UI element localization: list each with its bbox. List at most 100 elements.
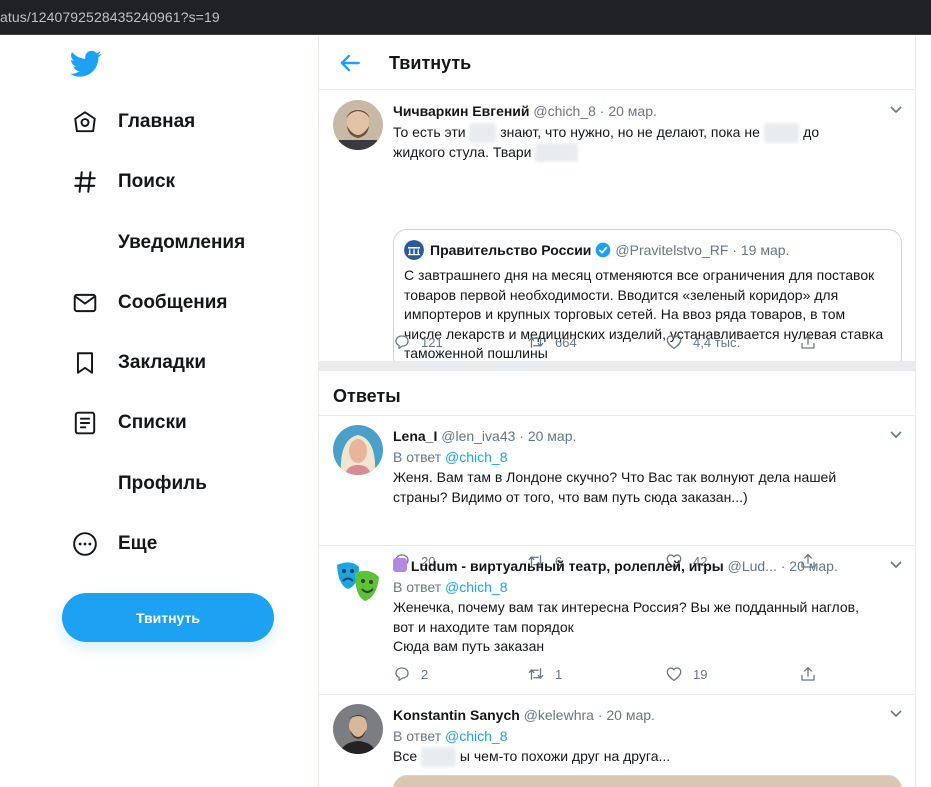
chevron-down-icon[interactable] — [889, 709, 903, 719]
author-handle[interactable]: @chich_8 — [533, 103, 595, 119]
reply-button[interactable]: 121 — [393, 333, 443, 351]
redacted-text: ......... — [421, 747, 457, 767]
avatar[interactable] — [333, 555, 383, 605]
tweet-button[interactable]: Твитнуть — [62, 593, 274, 642]
tweet-header: Lena_I @len_iva43 · 20 мар. — [393, 428, 576, 444]
reply-context: В ответ @chich_8 — [393, 728, 508, 744]
envelope-icon — [70, 288, 100, 318]
tweet-date[interactable]: · 20 мар. — [598, 707, 655, 723]
url-text[interactable]: atus/1240792528435240961?s=19 — [0, 9, 220, 25]
sidebar-item-lists[interactable]: Списки — [70, 401, 290, 445]
main-column: Твитнуть Чичваркин Евгений @chich_8 · 20… — [318, 36, 916, 787]
retweet-button[interactable]: 664 — [527, 333, 577, 351]
avatar[interactable] — [333, 100, 383, 150]
tweet-text-part: ы чем-то похожи друг на друга... — [459, 748, 671, 764]
author-handle[interactable]: @len_iva43 — [441, 428, 515, 444]
replies-heading: Ответы — [333, 386, 401, 406]
author-name[interactable]: Ludum - виртуальный театр, ролеплей, игр… — [411, 558, 724, 574]
reply-prefix: В ответ — [393, 449, 442, 465]
like-count: 4,4 тыс. — [693, 334, 741, 350]
sidebar-item-messages[interactable]: Сообщения — [70, 281, 290, 325]
reply-icon — [395, 667, 409, 682]
reply-tweet[interactable]: Konstantin Sanych @kelewhra · 20 мар. В … — [319, 695, 915, 787]
redacted-text: ........... — [535, 142, 579, 162]
author-name[interactable]: Konstantin Sanych — [393, 707, 520, 723]
quoted-tweet-header: Правительство России @Pravitelstvo_RF · … — [404, 240, 789, 260]
sidebar-item-profile[interactable]: Профиль — [70, 462, 290, 506]
page-header: Твитнуть — [319, 36, 915, 90]
bookmark-icon — [70, 348, 100, 378]
reply-to-link[interactable]: @chich_8 — [445, 449, 507, 465]
verified-badge-icon — [596, 242, 611, 258]
author-name[interactable]: Lena_I — [393, 428, 437, 444]
author-handle[interactable]: @kelewhra — [524, 707, 594, 723]
sidebar-item-home[interactable]: Главная — [70, 100, 290, 144]
tweet-text-part: То есть эти — [393, 124, 466, 140]
tweet-text-part: жидкого стула. Твари — [393, 143, 532, 160]
like-button[interactable]: 19 — [665, 665, 707, 683]
quoted-author-name[interactable]: Правительство России — [430, 242, 591, 258]
tweet-date[interactable]: · 20 мар. — [519, 428, 576, 444]
tweet-date[interactable]: · 20 мар. — [781, 558, 838, 574]
tweet-text-line: Сюда вам путь заказан — [393, 638, 545, 654]
tweet-text-part: знают, что нужно, но не делают, пока не — [500, 124, 760, 140]
reply-icon — [395, 335, 409, 350]
redacted-text: дод... — [763, 123, 800, 143]
sidebar-item-notifications[interactable]: Уведомления — [70, 221, 290, 265]
government-emblem-icon[interactable] — [404, 240, 424, 260]
tweet-date[interactable]: · 20 мар. — [600, 103, 657, 119]
retweet-icon — [528, 668, 544, 680]
share-button[interactable] — [799, 665, 827, 683]
reply-to-link[interactable]: @chich_8 — [445, 728, 507, 744]
masks-emoji-icon — [393, 558, 407, 572]
chevron-down-icon[interactable] — [889, 105, 903, 115]
share-icon — [801, 334, 815, 349]
retweet-button[interactable]: 1 — [527, 665, 562, 683]
reply-prefix: В ответ — [393, 579, 442, 595]
quoted-tweet-date[interactable]: · 19 мар. — [732, 242, 789, 258]
tweet-text-line: Женечка, почему вам так интересна Россия… — [393, 599, 859, 615]
reply-count: 121 — [421, 334, 443, 350]
avatar[interactable] — [333, 704, 383, 754]
reply-tweet[interactable]: Lena_I @len_iva43 · 20 мар. В ответ @chi… — [319, 416, 915, 545]
back-arrow-icon[interactable] — [337, 50, 363, 76]
reply-prefix: В ответ — [393, 728, 442, 744]
tweet-text: То есть эти уб... знают, что нужно, но н… — [393, 123, 903, 162]
tweet-media-image[interactable] — [393, 775, 902, 787]
main-tweet[interactable]: Чичваркин Евгений @chich_8 · 20 мар. То … — [319, 91, 915, 371]
author-name[interactable]: Чичваркин Евгений — [393, 103, 530, 119]
hashtag-icon — [70, 167, 100, 197]
sidebar-item-explore[interactable]: Поиск — [70, 160, 290, 204]
reply-button[interactable]: 2 — [393, 665, 428, 683]
like-button[interactable]: 4,4 тыс. — [665, 333, 740, 351]
avatar[interactable] — [333, 425, 383, 475]
sidebar-item-label: Профиль — [118, 473, 207, 494]
reply-to-link[interactable]: @chich_8 — [445, 579, 507, 595]
retweet-count: 1 — [555, 666, 563, 682]
reply-2-actions: 2 1 19 — [393, 665, 833, 685]
twitter-logo-icon[interactable] — [70, 50, 102, 78]
tweet-header: Konstantin Sanych @kelewhra · 20 мар. — [393, 707, 655, 723]
sidebar-item-label: Еще — [118, 533, 158, 554]
browser-address-bar[interactable]: atus/1240792528435240961?s=19 — [0, 0, 931, 35]
heart-icon — [666, 667, 682, 682]
reply-context: В ответ @chich_8 — [393, 579, 508, 595]
chevron-down-icon[interactable] — [889, 560, 903, 570]
list-icon — [70, 408, 100, 438]
share-button[interactable] — [799, 333, 827, 351]
like-count: 19 — [693, 666, 708, 682]
heart-icon — [666, 335, 682, 350]
tweet-text-part: Все — [393, 748, 418, 764]
sidebar-item-label: Закладки — [118, 352, 207, 373]
tweet-header: Чичваркин Евгений @chich_8 · 20 мар. — [393, 103, 657, 119]
tweet-actions: 121 664 4,4 тыс. — [393, 333, 833, 353]
quoted-author-handle[interactable]: @Pravitelstvo_RF — [615, 242, 728, 258]
retweet-count: 664 — [555, 334, 577, 350]
sidebar-item-more[interactable]: Еще — [70, 522, 290, 566]
author-handle[interactable]: @Lud... — [728, 558, 777, 574]
sidebar-item-bookmarks[interactable]: Закладки — [70, 341, 290, 385]
sidebar-item-label: Уведомления — [118, 232, 246, 253]
page-title: Твитнуть — [389, 53, 472, 73]
chevron-down-icon[interactable] — [889, 430, 903, 440]
sidebar-item-label: Сообщения — [118, 292, 228, 313]
